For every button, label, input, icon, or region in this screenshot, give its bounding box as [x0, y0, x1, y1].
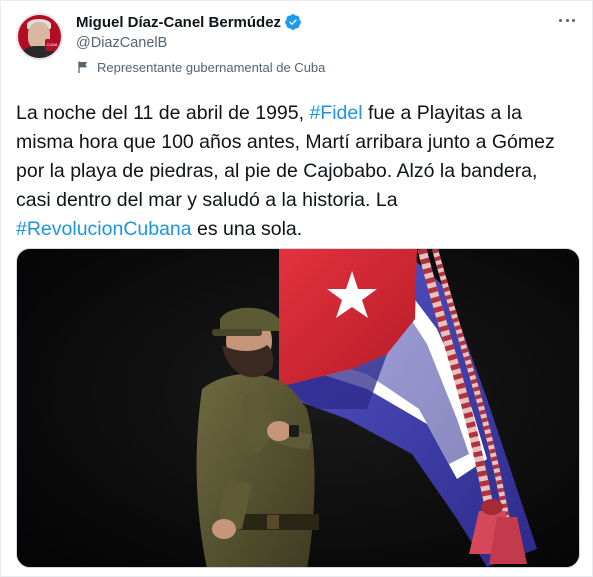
tweet-text-segment: La noche del 11 de abril de 1995,: [16, 102, 310, 124]
avatar-badge: CUBA VIVE: [45, 39, 59, 58]
label-text: Representante gubernamental de Cuba: [97, 59, 326, 75]
flag-icon: [78, 61, 87, 73]
author-avatar[interactable]: CUBA VIVE: [16, 13, 63, 60]
photo-man-with-cuban-flag: [17, 249, 579, 567]
tweet-card: CUBA VIVE Miguel Díaz-Canel Bermúdez @Di…: [0, 0, 593, 577]
government-label: Representante gubernamental de Cuba: [76, 58, 325, 76]
hashtag-fidel[interactable]: #Fidel: [309, 102, 362, 124]
hashtag-revolucion-cubana[interactable]: #RevolucionCubana: [16, 218, 192, 240]
tweet-text-segment: es una sola.: [191, 218, 303, 240]
author-display-name[interactable]: Miguel Díaz-Canel Bermúdez: [76, 14, 281, 31]
tweet-header: CUBA VIVE Miguel Díaz-Canel Bermúdez @Di…: [16, 11, 577, 89]
author-handle[interactable]: @DiazCanelB: [76, 33, 325, 53]
more-options-icon[interactable]: [557, 13, 577, 27]
tweet-text: La noche del 11 de abril de 1995, #Fidel…: [16, 99, 576, 244]
author-info: Miguel Díaz-Canel Bermúdez @DiazCanelB R…: [76, 11, 325, 76]
verified-badge-icon: [285, 14, 301, 30]
tweet-photo[interactable]: [16, 248, 580, 568]
